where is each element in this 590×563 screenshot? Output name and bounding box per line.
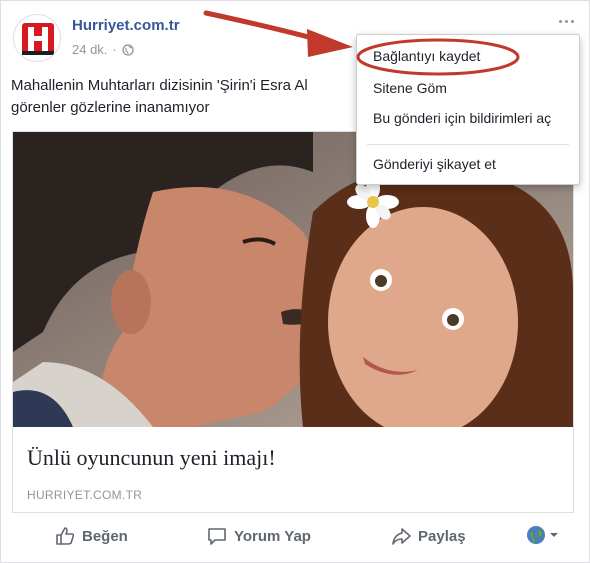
- comment-button[interactable]: Yorum Yap: [206, 525, 311, 547]
- post-text: Mahallenin Muhtarları dizisinin 'Şirin'i…: [11, 75, 371, 119]
- more-options-icon[interactable]: [559, 16, 577, 26]
- post-text-line-1: Mahallenin Muhtarları dizisinin 'Şirin'i…: [11, 77, 308, 94]
- link-preview[interactable]: Ünlü oyuncunun yeni imajı! HURRIYET.COM.…: [12, 131, 574, 513]
- chevron-down-icon: [550, 533, 558, 537]
- menu-item-save-link[interactable]: Bağlantıyı kaydet: [373, 48, 480, 64]
- share-button[interactable]: Paylaş: [390, 525, 466, 547]
- share-icon: [392, 528, 411, 545]
- menu-item-embed[interactable]: Sitene Göm: [373, 80, 447, 96]
- globe-icon: [122, 43, 134, 56]
- post-time[interactable]: 24 dk.: [72, 42, 107, 57]
- feed-post: Hurriyet.com.tr 24 dk. · Mahallenin Muht…: [0, 0, 590, 563]
- audience-selector[interactable]: [526, 525, 559, 545]
- menu-item-notifications[interactable]: Bu gönderi için bildirimleri aç: [373, 110, 551, 126]
- like-button[interactable]: Beğen: [54, 525, 128, 547]
- menu-divider: [367, 144, 569, 145]
- annotation-arrow-shaft: [203, 10, 319, 42]
- menu-item-report[interactable]: Gönderiyi şikayet et: [373, 156, 496, 172]
- preview-title[interactable]: Ünlü oyuncunun yeni imajı!: [27, 445, 276, 471]
- annotation-arrow-head: [307, 29, 353, 57]
- like-label: Beğen: [82, 527, 128, 545]
- like-icon: [56, 527, 75, 545]
- share-label: Paylaş: [418, 527, 466, 545]
- preview-domain: HURRIYET.COM.TR: [27, 488, 143, 502]
- meta-separator: ·: [112, 42, 117, 57]
- page-name-link[interactable]: Hurriyet.com.tr: [72, 17, 180, 34]
- page-avatar[interactable]: [13, 14, 61, 62]
- comment-label: Yorum Yap: [234, 527, 311, 545]
- hurriyet-logo-icon: [22, 23, 54, 55]
- post-options-menu: Bağlantıyı kaydet Sitene Göm Bu gönderi …: [356, 34, 580, 185]
- audience-globe-icon: [527, 526, 545, 544]
- comment-icon: [208, 528, 226, 545]
- action-bar: Beğen Yorum Yap Paylaş: [12, 517, 574, 557]
- post-text-line-2: görenler gözlerine inanamıyor: [11, 99, 210, 116]
- post-meta: 24 dk. ·: [72, 42, 134, 57]
